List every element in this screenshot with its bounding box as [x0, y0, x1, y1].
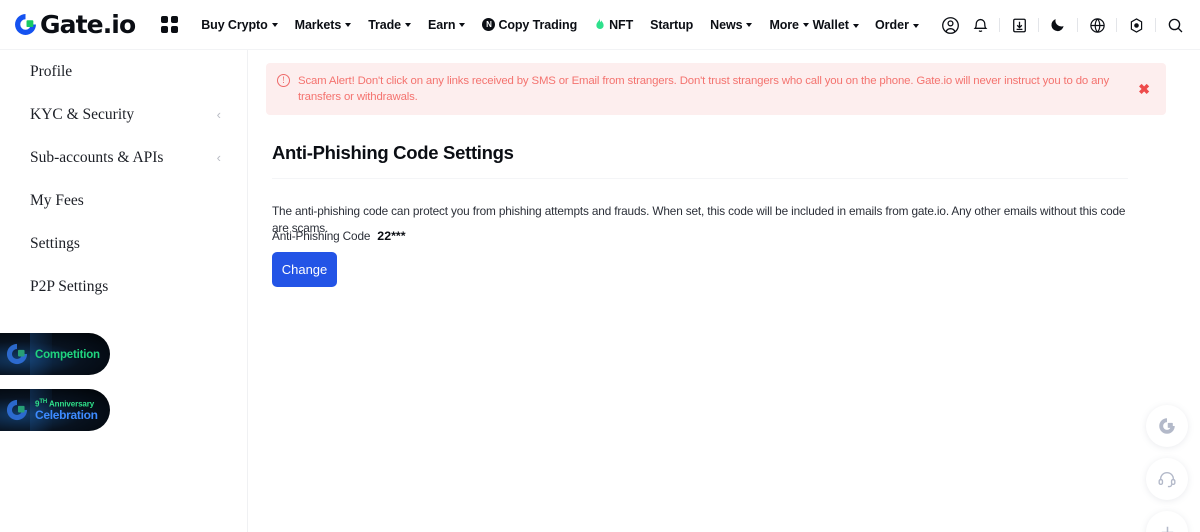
floating-action-buttons — [1146, 405, 1190, 532]
user-account-icon[interactable] — [935, 10, 965, 40]
sidebar-item-label: KYC & Security — [30, 105, 135, 123]
dark-mode-moon-icon[interactable] — [1043, 10, 1073, 40]
main-content: ! Scam Alert! Don't click on any links r… — [248, 50, 1200, 532]
page-root: Gate.io Buy Crypto Markets Trade Earn N … — [0, 0, 1200, 532]
language-globe-icon[interactable] — [1082, 10, 1112, 40]
anti-phishing-code-label: Anti-Phishing Code — [272, 229, 371, 243]
promo-anniversary-line-2: Celebration — [35, 407, 98, 422]
wallet-menu[interactable]: Wallet — [813, 18, 859, 32]
nav-label: Markets — [294, 17, 342, 32]
nav-label: News — [710, 17, 743, 32]
settings-target-icon[interactable] — [1121, 10, 1151, 40]
nav-label: NFT — [609, 17, 634, 32]
change-button[interactable]: Change — [272, 252, 337, 287]
scam-alert-text: Scam Alert! Don't click on any links rec… — [298, 75, 1110, 103]
chevron-down-icon — [852, 23, 859, 28]
settings-sidebar: Profile KYC & Security ‹ Sub-accounts & … — [0, 50, 248, 532]
divider — [1116, 18, 1117, 32]
brand-logo[interactable]: Gate.io — [12, 10, 136, 39]
nav-item-startup[interactable]: Startup — [650, 18, 693, 32]
nav-item-copy-trading[interactable]: N Copy Trading — [482, 18, 577, 32]
nav-item-news[interactable]: News — [710, 17, 753, 32]
nav-item-nft[interactable]: NFT — [594, 18, 633, 32]
sidebar-item-label: Sub-accounts & APIs — [30, 148, 164, 166]
primary-nav: Buy Crypto Markets Trade Earn N Copy Tra… — [201, 18, 809, 32]
nav-label: Trade — [368, 17, 402, 32]
chevron-down-icon — [746, 23, 753, 27]
sidebar-item-sub-accounts-apis[interactable]: Sub-accounts & APIs ‹ — [0, 136, 247, 179]
anti-phishing-code-row: Anti-Phishing Code 22*** — [272, 229, 406, 243]
sidebar-item-kyc-security[interactable]: KYC & Security ‹ — [0, 93, 247, 136]
exclamation-circle-icon: ! — [277, 74, 290, 87]
nav-label: More — [769, 17, 799, 32]
sidebar-item-my-fees[interactable]: My Fees — [0, 179, 247, 222]
divider — [1077, 18, 1078, 32]
sidebar-item-label: My Fees — [30, 191, 84, 209]
plus-icon[interactable] — [1146, 511, 1188, 532]
gate-logo-icon — [4, 341, 30, 367]
sidebar-item-settings[interactable]: Settings — [0, 222, 247, 265]
chevron-down-icon — [405, 23, 412, 27]
nav-label: Earn — [428, 17, 456, 32]
wallet-label: Wallet — [812, 18, 849, 32]
chevron-down-icon — [345, 23, 352, 27]
sidebar-item-label: P2P Settings — [30, 277, 109, 295]
download-app-icon[interactable] — [1004, 10, 1034, 40]
search-icon[interactable] — [1160, 10, 1190, 40]
nav-item-trade[interactable]: Trade — [368, 17, 412, 32]
anti-phishing-code-value: 22*** — [377, 229, 406, 243]
promo-competition-banner[interactable]: Competition — [0, 333, 110, 375]
nav-item-buy-crypto[interactable]: Buy Crypto — [201, 17, 278, 32]
sidebar-item-label: Settings — [30, 234, 80, 252]
scam-alert-banner: ! Scam Alert! Don't click on any links r… — [266, 63, 1166, 115]
order-menu[interactable]: Order — [875, 18, 919, 32]
nav-item-earn[interactable]: Earn — [428, 17, 466, 32]
order-label: Order — [874, 18, 909, 32]
chevron-left-icon: ‹ — [216, 150, 221, 165]
copy-trading-badge-icon: N — [482, 18, 496, 31]
page-title: Anti-Phishing Code Settings — [272, 142, 514, 163]
promo-banners: Competition 9TH Anniversary Celebration — [0, 333, 248, 445]
nav-label: Buy Crypto — [201, 17, 268, 32]
divider — [1155, 18, 1156, 32]
header-right-cluster: Wallet Order — [813, 0, 1190, 50]
chevron-down-icon — [271, 23, 278, 27]
apps-grid-icon[interactable] — [161, 15, 179, 34]
promo-competition-text: Competition — [35, 346, 100, 363]
chevron-left-icon: ‹ — [216, 107, 221, 122]
gate-logo-icon — [12, 11, 39, 38]
nav-item-markets[interactable]: Markets — [295, 18, 352, 32]
sidebar-item-p2p-settings[interactable]: P2P Settings — [0, 265, 247, 308]
sidebar-item-profile[interactable]: Profile — [0, 50, 247, 93]
close-icon[interactable]: ✖ — [1134, 82, 1154, 96]
gate-logo-icon — [4, 397, 30, 423]
headset-support-icon[interactable] — [1146, 458, 1188, 500]
nav-item-more[interactable]: More — [769, 17, 809, 32]
promo-anniversary-text: 9TH Anniversary Celebration — [35, 399, 98, 422]
chevron-down-icon — [802, 23, 809, 27]
nav-label: Startup — [650, 17, 694, 32]
promo-line-1: Competition — [35, 348, 100, 361]
brand-name: Gate.io — [40, 10, 136, 39]
promo-anniversary-banner[interactable]: 9TH Anniversary Celebration — [0, 389, 110, 431]
chevron-down-icon — [459, 23, 466, 27]
gate-logo-icon[interactable] — [1146, 405, 1188, 447]
title-divider — [272, 178, 1128, 179]
notification-bell-icon[interactable] — [965, 10, 995, 40]
nav-label: Copy Trading — [498, 17, 578, 32]
divider — [999, 18, 1000, 32]
nft-flame-icon — [594, 18, 606, 31]
sidebar-item-label: Profile — [30, 62, 73, 80]
top-navigation-bar: Gate.io Buy Crypto Markets Trade Earn N … — [0, 0, 1200, 50]
chevron-down-icon — [913, 23, 919, 28]
divider — [1038, 18, 1039, 32]
